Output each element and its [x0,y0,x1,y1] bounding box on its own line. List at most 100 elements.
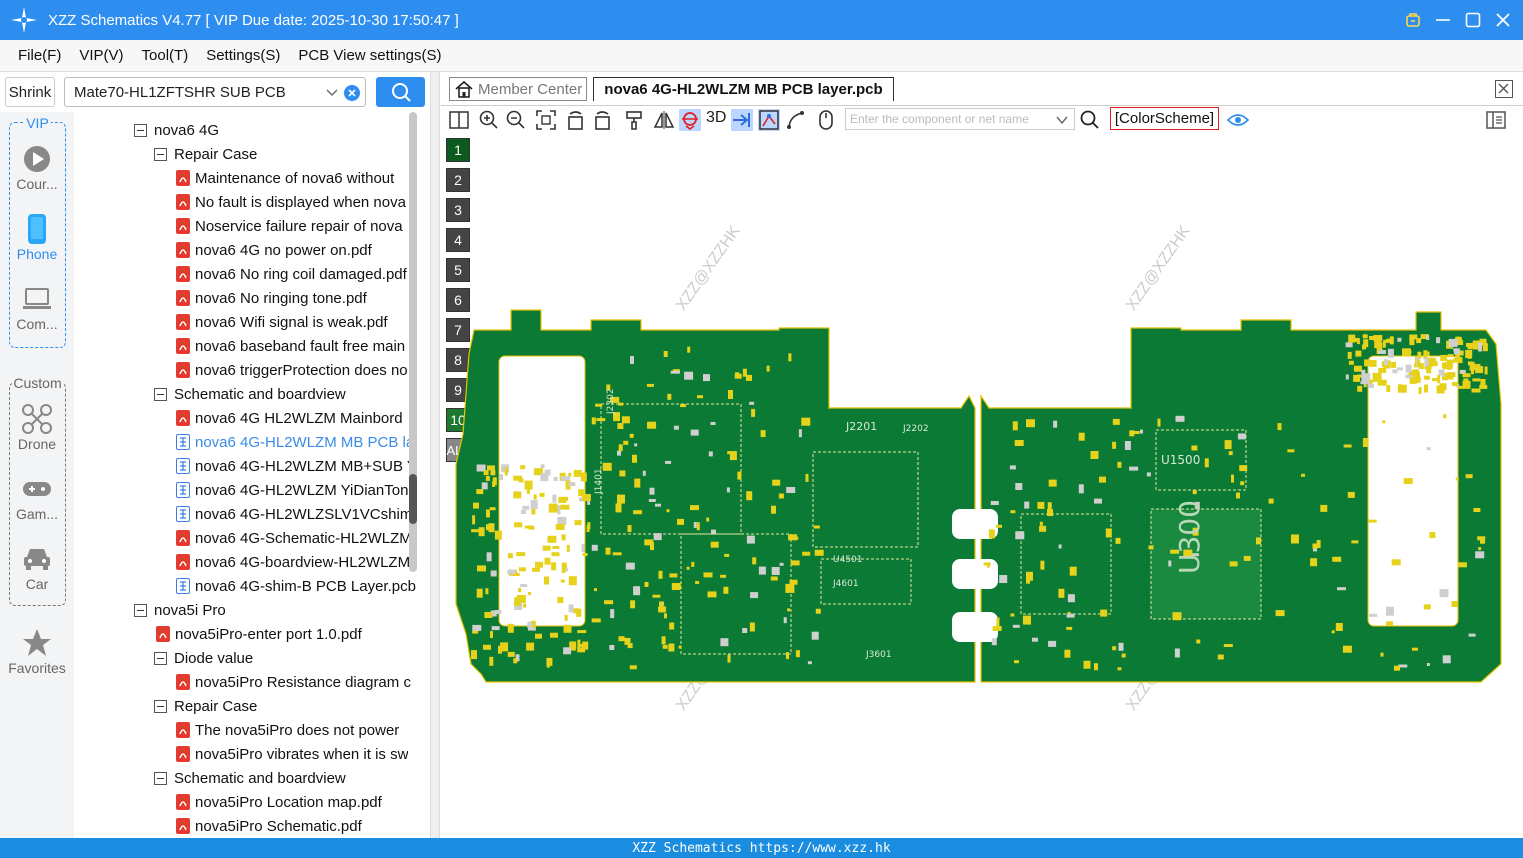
tree-file[interactable]: The nova5iPro does not power [176,718,399,742]
tree-file[interactable]: nova6 4G-HL2WLZM YiDianTon [176,478,408,502]
tree-file[interactable]: nova6 4G-boardview-HL2WLZM [176,550,410,574]
collapse-icon[interactable] [134,123,147,137]
tree-item-label: nova6 4G-shim-B PCB Layer.pcb [195,577,416,595]
nav-computer[interactable]: Com... [0,284,74,332]
tree-file[interactable]: Maintenance of nova6 without [176,166,394,190]
pcb-pad [1442,655,1451,664]
tree-file[interactable]: nova5iPro Resistance diagram c [176,670,411,694]
shrink-button[interactable]: Shrink [5,77,55,107]
close-button[interactable] [1495,12,1511,28]
nav-drone[interactable]: Drone [0,404,74,452]
rotate-left-icon[interactable] [565,109,587,131]
tree-file[interactable]: nova6 triggerProtection does no [176,358,408,382]
rotate-right-icon[interactable] [591,109,613,131]
fit-view-icon[interactable] [535,109,557,131]
vip-bag-icon[interactable] [1405,12,1421,28]
collapse-icon[interactable] [154,651,167,665]
tree-file[interactable]: nova6 4G-HL2WLZM MB+SUB Y [176,454,417,478]
tree-file[interactable]: Noservice failure repair of nova [176,214,403,238]
view-3d-button[interactable]: 3D [706,109,726,127]
close-all-tabs-icon[interactable] [1495,80,1513,98]
menu-pcb-view-settings[interactable]: PCB View settings(S) [289,47,450,64]
eye-icon[interactable] [1227,109,1249,131]
tree-scrollbar-thumb[interactable] [409,474,417,524]
pcb-pad [504,467,508,476]
tree-folder[interactable]: nova5i Pro [134,598,226,622]
collapse-icon[interactable] [154,147,167,161]
mirror-icon[interactable] [653,109,675,131]
paint-brush-icon[interactable] [623,109,645,131]
nav-phone[interactable]: Phone [0,214,74,262]
tree-folder[interactable]: Repair Case [154,694,257,718]
tree-file[interactable]: nova5iPro Location map.pdf [176,790,382,814]
tree-file[interactable]: nova6 No ringing tone.pdf [176,286,367,310]
flip-board-icon[interactable] [679,109,701,131]
zoom-in-icon[interactable] [478,109,500,131]
tree-file[interactable]: nova6 4G-HL2WLZM MB PCB la [176,430,414,454]
tree-folder[interactable]: Repair Case [154,142,257,166]
side-panel-icon[interactable] [1485,109,1507,131]
menu-tool[interactable]: Tool(T) [133,47,198,64]
pcb-pad [617,494,625,504]
pcb-pad [1391,559,1401,566]
panel-splitter[interactable] [430,72,440,838]
clear-icon[interactable] [344,85,360,101]
pcb-pad [1078,484,1084,494]
tree-folder[interactable]: nova6 4G [134,118,219,142]
tree-file[interactable]: nova5iPro-enter port 1.0.pdf [156,622,362,646]
minimize-button[interactable] [1435,12,1451,28]
pcb-pad [658,570,663,579]
tree-file[interactable]: nova5iPro vibrates when it is sw [176,742,408,766]
pcb-canvas[interactable]: 1 2 3 4 5 6 7 8 9 10 ALL XZZ@XZZHK XZZ@X… [441,134,1523,838]
tree-file[interactable]: nova6 4G-Schematic-HL2WLZM [176,526,412,550]
search-button[interactable] [376,77,425,107]
tree-file[interactable]: nova6 4G no power on.pdf [176,238,372,262]
board-combo[interactable]: Mate70-HL1ZFTSHR SUB PCB [64,77,366,107]
arrow-right-icon[interactable] [731,109,753,131]
tab-member-center[interactable]: Member Center [449,77,587,101]
tree-file[interactable]: nova6 4G-shim-B PCB Layer.pcb [176,574,416,598]
chevron-down-icon[interactable] [325,85,339,99]
pcb-board[interactable]: J2201 J2202 U1500 U300 J3601 J2302 J1401 U4501 J… [441,134,1523,838]
tree-scrollbar[interactable] [409,112,417,572]
collapse-icon[interactable] [154,699,167,713]
tree-file[interactable]: nova6 Wifi signal is weak.pdf [176,310,388,334]
tree-folder[interactable]: Schematic and boardview [154,382,346,406]
collapse-icon[interactable] [154,387,167,401]
tree-folder[interactable]: Schematic and boardview [154,766,346,790]
pcb-pad [770,576,778,581]
play-icon [24,146,50,172]
tree-file[interactable]: nova6 4G HL2WLZM Mainbord [176,406,403,430]
measure-icon[interactable] [785,109,807,131]
split-view-icon[interactable] [448,109,470,131]
net-highlight-icon[interactable] [758,109,780,131]
collapse-icon[interactable] [134,603,147,617]
nav-courses[interactable]: Cour... [0,144,74,192]
tab-active-pcb[interactable]: nova6 4G-HL2WLZM MB PCB layer.pcb [593,77,894,101]
component-search-input[interactable]: Enter the component or net name [845,108,1075,130]
menu-settings[interactable]: Settings(S) [197,47,289,64]
menu-file[interactable]: File(F) [0,47,70,64]
nav-phone-label: Phone [16,246,58,262]
tree-file[interactable]: nova6 baseband fault free main [176,334,405,358]
pcb-pad [1014,660,1019,664]
tree-folder[interactable]: Diode value [154,646,253,670]
color-scheme-button[interactable]: [ColorScheme] [1110,107,1219,130]
component-search-icon[interactable] [1079,109,1101,131]
pcb-pad [1174,648,1180,658]
tree-file[interactable]: nova6 4G-HL2WLZSLV1VCshim- [176,502,417,526]
tree-file[interactable]: No fault is displayed when nova [176,190,406,214]
chevron-down-icon[interactable] [1055,113,1069,127]
zoom-out-icon[interactable] [505,109,527,131]
collapse-icon[interactable] [154,771,167,785]
tree-file[interactable]: nova5iPro Schematic.pdf [176,814,362,838]
menu-vip[interactable]: VIP(V) [70,47,132,64]
mouse-icon[interactable] [815,109,837,131]
nav-favorites[interactable]: Favorites [0,628,74,676]
pcb-pad [1240,481,1245,486]
tree-file[interactable]: nova6 No ring coil damaged.pdf [176,262,407,286]
nav-games[interactable]: Gam... [0,474,74,522]
nav-car[interactable]: Car [0,544,74,592]
pcb-pad [490,631,493,639]
maximize-button[interactable] [1465,12,1481,28]
